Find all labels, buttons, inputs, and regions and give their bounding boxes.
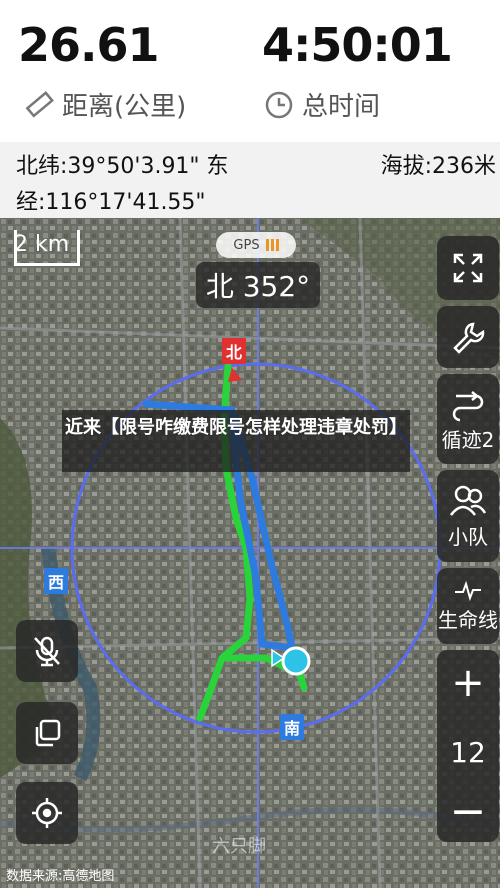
compass-north-label: 北 [222, 338, 247, 364]
layers-button[interactable] [16, 702, 78, 764]
fullscreen-button[interactable] [437, 236, 499, 300]
track-follow-button[interactable]: 循迹2 [437, 374, 499, 464]
scale-label: 2 km [14, 232, 70, 257]
gps-status: GPS [216, 232, 296, 258]
lifeline-label: 生命线 [438, 607, 498, 632]
longitude-text: 经:116°17'41.55" [16, 190, 206, 215]
mic-off-icon [34, 636, 60, 667]
heartbeat-icon [455, 580, 481, 601]
stats-header: 26.61 距离(公里) 4:50:01 总时间 [0, 0, 500, 142]
team-icon [450, 485, 487, 516]
route-icon [452, 390, 484, 421]
locate-icon [32, 798, 62, 828]
time-label: 总时间 [302, 92, 381, 122]
gps-signal-icon [265, 239, 279, 251]
clock-icon [265, 91, 293, 118]
time-value: 4:50:01 [262, 18, 453, 72]
map-view[interactable]: 2 km GPS 北 352° 北 西 南 循迹2 小队 生命线 + 12 − … [0, 218, 500, 888]
distance-label-group: 距离(公里) [24, 86, 186, 123]
time-label-group: 总时间 [264, 86, 380, 123]
team-button[interactable]: 小队 [437, 470, 499, 562]
wrench-icon [453, 322, 485, 354]
voice-button[interactable] [16, 620, 78, 682]
distance-value: 26.61 [18, 18, 160, 72]
map-data-source: 数据来源:高德地图 [6, 869, 115, 884]
copy-icon [35, 719, 61, 747]
track-follow-label: 循迹2 [441, 427, 495, 452]
team-label: 小队 [448, 524, 488, 549]
gps-label: GPS [233, 237, 260, 253]
news-banner[interactable]: 近来【限号咋缴费限号怎样处理违章处罚】 [62, 410, 410, 472]
compass-south-label: 南 [280, 714, 305, 740]
ruler-icon [25, 90, 54, 118]
map-watermark: 六只脚 [212, 836, 266, 857]
latitude-text: 北纬:39°50'3.91" 东 [16, 154, 229, 179]
compass-west-label: 西 [44, 568, 69, 594]
expand-icon [453, 253, 483, 283]
zoom-level: 12 [450, 736, 486, 769]
coordinates-bar: 北纬:39°50'3.91" 东 经:116°17'41.55" 海拔:236米 [0, 142, 500, 218]
heading-display: 北 352° [196, 262, 320, 308]
tools-button[interactable] [437, 306, 499, 368]
altitude-text: 海拔:236米 [380, 154, 496, 179]
distance-label: 距离(公里) [62, 92, 187, 122]
zoom-control: + 12 − [437, 650, 499, 842]
lifeline-button[interactable]: 生命线 [437, 568, 499, 644]
locate-button[interactable] [16, 782, 78, 844]
zoom-in-button[interactable]: + [437, 660, 499, 706]
zoom-out-button[interactable]: − [437, 786, 499, 837]
